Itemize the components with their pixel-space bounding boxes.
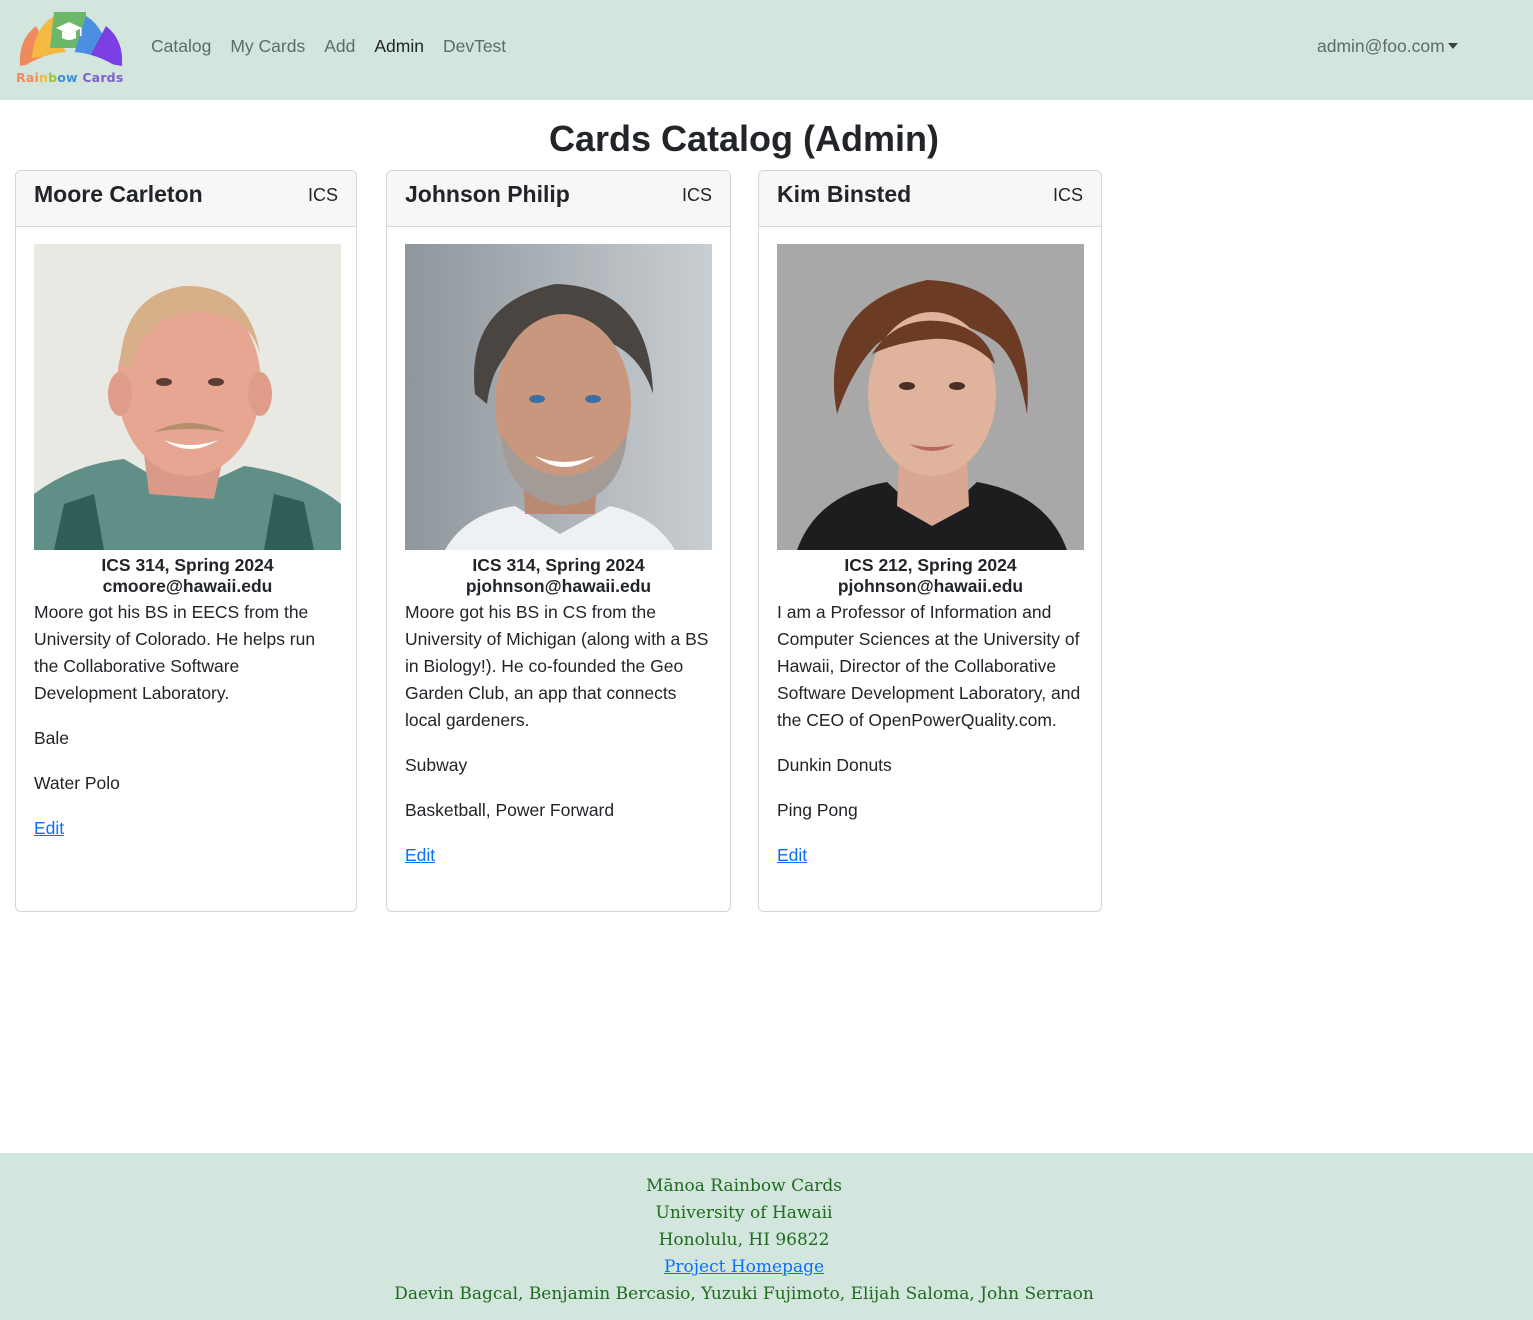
profile-card: Kim Binsted ICS ICS 212, Spring 2024 pjo… — [758, 170, 1102, 912]
logo-text-part: Rai — [16, 70, 39, 85]
edit-link[interactable]: Edit — [405, 842, 435, 869]
card-department: ICS — [681, 185, 712, 205]
card-description: I am a Professor of Information and Comp… — [777, 602, 1081, 730]
footer-credits: Daevin Bagcal, Benjamin Bercasio, Yuzuki… — [394, 1284, 1094, 1304]
profile-card: Johnson Philip ICS ICS 314, Spring 2024 … — [386, 170, 731, 912]
card-sport: Ping Pong — [777, 800, 858, 820]
card-email: cmoore@hawaii.edu — [102, 576, 273, 596]
logo-text: Rainbow Cards — [16, 70, 123, 85]
footer-address: Honolulu, HI 96822 — [658, 1230, 830, 1250]
card-header: Moore Carleton ICS — [16, 171, 356, 227]
card-name: Johnson Philip — [405, 181, 570, 207]
card-description: Moore got his BS in EECS from the Univer… — [34, 602, 316, 703]
nav-links: Catalog My Cards Add Admin DevTest — [151, 36, 525, 57]
nav-link-my-cards[interactable]: My Cards — [230, 36, 305, 57]
card-body: ICS 314, Spring 2024 pjohnson@hawaii.edu… — [405, 244, 712, 869]
card-sport: Basketball, Power Forward — [405, 800, 615, 820]
edit-link[interactable]: Edit — [777, 842, 807, 869]
card-name: Kim Binsted — [777, 181, 912, 207]
logo-text-part: b — [48, 70, 58, 85]
card-course: ICS 314, Spring 2024 — [101, 555, 274, 575]
user-dropdown[interactable]: admin@foo.com — [1317, 36, 1458, 57]
card-email: pjohnson@hawaii.edu — [837, 576, 1024, 596]
card-email: pjohnson@hawaii.edu — [465, 576, 652, 596]
card-department: ICS — [307, 185, 338, 205]
card-header: Johnson Philip ICS — [387, 171, 730, 227]
card-course: ICS 212, Spring 2024 — [844, 555, 1017, 575]
edit-link[interactable]: Edit — [34, 815, 64, 842]
card-body: ICS 314, Spring 2024 cmoore@hawaii.edu M… — [34, 244, 341, 842]
profile-photo — [777, 244, 1084, 550]
nav-link-admin[interactable]: Admin — [374, 36, 424, 57]
card-favorite-food: Subway — [405, 755, 468, 775]
card-favorite-food: Bale — [34, 728, 70, 748]
card-favorite-food: Dunkin Donuts — [777, 755, 892, 775]
profile-photo — [405, 244, 712, 550]
card-name: Moore Carleton — [34, 181, 203, 207]
logo-text-part: n — [38, 70, 49, 85]
footer-site-name: Mānoa Rainbow Cards — [646, 1176, 842, 1196]
card-department: ICS — [1052, 185, 1083, 205]
profile-photo — [34, 244, 341, 550]
card-sport: Water Polo — [34, 773, 120, 793]
project-homepage-link[interactable]: Project Homepage — [664, 1257, 824, 1277]
logo-text-part: ow — [57, 70, 83, 85]
footer: Mānoa Rainbow Cards University of Hawaii… — [0, 1153, 1533, 1320]
footer-content: Mānoa Rainbow Cards University of Hawaii… — [0, 1173, 1488, 1308]
nav-link-add[interactable]: Add — [324, 36, 355, 57]
logo-text-part: Cards — [82, 70, 124, 85]
nav-link-catalog[interactable]: Catalog — [151, 36, 211, 57]
user-email: admin@foo.com — [1317, 36, 1445, 56]
card-description: Moore got his BS in CS from the Universi… — [405, 602, 709, 730]
nav-link-devtest[interactable]: DevTest — [443, 36, 506, 57]
footer-university: University of Hawaii — [655, 1203, 833, 1223]
page-title: Cards Catalog (Admin) — [548, 118, 940, 159]
caret-down-icon — [1447, 42, 1458, 49]
profile-card: Moore Carleton ICS ICS 314, Spring 2024 … — [15, 170, 357, 912]
navbar: Rainbow Cards Catalog My Cards Add Admin… — [0, 0, 1533, 100]
card-course: ICS 314, Spring 2024 — [472, 555, 645, 575]
card-header: Kim Binsted ICS — [759, 171, 1101, 227]
card-body: ICS 212, Spring 2024 pjohnson@hawaii.edu… — [777, 244, 1084, 869]
